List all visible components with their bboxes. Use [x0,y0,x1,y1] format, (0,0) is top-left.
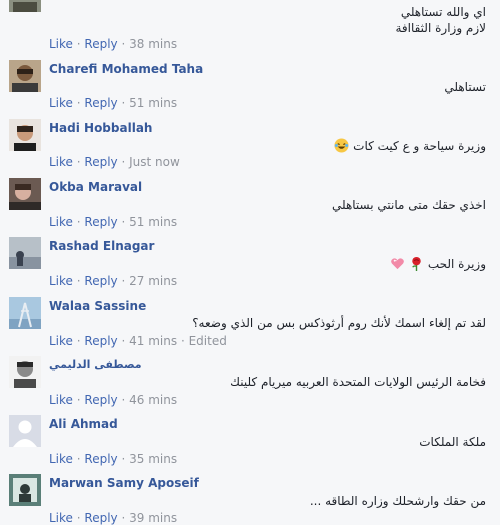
commenter-name[interactable]: Walaa Sassine [49,299,146,313]
reply-link[interactable]: Reply [84,155,117,169]
separator: · [76,215,81,229]
avatar[interactable] [9,0,41,12]
like-link[interactable]: Like [49,274,73,288]
comment-actions: Like · Reply · 41 mins · Edited [49,334,227,348]
timestamp-link[interactable]: 51 mins [129,215,177,229]
reply-link[interactable]: Reply [84,452,117,466]
comment-actions: Like · Reply · 27 mins [49,274,177,288]
like-link[interactable]: Like [49,155,73,169]
comment-text: وزيرة سياحة و ع كيت كات [334,138,486,153]
timestamp-link[interactable]: 35 mins [129,452,177,466]
commenter-name[interactable]: Ali Ahmad [49,417,118,431]
comment-text: ملكة الملكات [419,435,486,449]
comment-text: اي والله تستاهلي [400,5,486,19]
comment-actions: Like · Reply · 38 mins [49,37,177,51]
timestamp-link[interactable]: 41 mins [129,334,177,348]
comment-actions: Like · Reply · 35 mins [49,452,177,466]
like-link[interactable]: Like [49,393,73,407]
like-link[interactable]: Like [49,215,73,229]
like-link[interactable]: Like [49,511,73,525]
comment-actions: Like · Reply · 51 mins [49,215,177,229]
like-link[interactable]: Like [49,37,73,51]
timestamp-link[interactable]: Just now [129,155,180,169]
commenter-name[interactable]: مصطفى الدليمي [49,358,142,371]
timestamp-link[interactable]: 38 mins [129,37,177,51]
separator: · [121,452,126,466]
separator: · [76,452,81,466]
comment-text: وزيرة الحب [390,256,486,271]
avatar[interactable] [9,297,41,329]
comment-text: فخامة الرئيس الولايات المتحدة العربيه مي… [230,375,486,389]
separator: · [121,393,126,407]
separator: · [76,274,81,288]
comment-text: اخذي حقك متى مانتي بستاهلي [331,198,486,212]
separator: · [76,37,81,51]
avatar[interactable] [9,119,41,151]
reply-link[interactable]: Reply [84,511,117,525]
separator: · [76,511,81,525]
avatar[interactable] [9,356,41,388]
comment-actions: Like · Reply · 46 mins [49,393,177,407]
separator: · [121,215,126,229]
separator: · [180,334,185,348]
separator: · [76,334,81,348]
like-link[interactable]: Like [49,452,73,466]
comment-text-body: وزيرة سياحة و ع كيت كات [353,139,486,153]
edited-label[interactable]: Edited [189,334,227,348]
commenter-name[interactable]: Marwan Samy Aposeif [49,476,199,490]
comment-actions: Like · Reply · 51 mins [49,96,177,110]
heart-icon [390,256,405,271]
separator: · [76,393,81,407]
avatar[interactable] [9,474,41,506]
separator: · [121,511,126,525]
like-link[interactable]: Like [49,96,73,110]
comment-actions: Like · Reply · Just now [49,155,180,169]
comment-text: من حقك وارشحلك وزاره الطاقه ... [309,494,486,508]
rose-icon [409,256,424,271]
timestamp-link[interactable]: 39 mins [129,511,177,525]
like-link[interactable]: Like [49,334,73,348]
commenter-name[interactable]: Okba Maraval [49,180,142,194]
separator: · [121,334,126,348]
timestamp-link[interactable]: 51 mins [129,96,177,110]
timestamp-link[interactable]: 46 mins [129,393,177,407]
reply-link[interactable]: Reply [84,96,117,110]
reply-link[interactable]: Reply [84,37,117,51]
separator: · [121,37,126,51]
separator: · [121,155,126,169]
reply-link[interactable]: Reply [84,334,117,348]
reply-link[interactable]: Reply [84,215,117,229]
comment-text: تستاهلي [444,80,486,94]
separator: · [76,155,81,169]
avatar[interactable] [9,237,41,269]
commenter-name[interactable]: Rashad Elnagar [49,239,154,253]
reply-link[interactable]: Reply [84,274,117,288]
avatar[interactable] [9,60,41,92]
avatar[interactable] [9,415,41,447]
timestamp-link[interactable]: 27 mins [129,274,177,288]
separator: · [76,96,81,110]
comment-text: لقد تم إلغاء اسمك لأنك روم أرثوذكس بس من… [192,316,486,330]
commenter-name[interactable]: Charefi Mohamed Taha [49,62,203,76]
reply-link[interactable]: Reply [84,393,117,407]
commenter-name[interactable]: Hadi Hobballah [49,121,152,135]
avatar[interactable] [9,178,41,210]
comment-text-body: وزيرة الحب [427,257,486,271]
separator: · [121,96,126,110]
separator: · [121,274,126,288]
comment-actions: Like · Reply · 39 mins [49,511,177,525]
comment-text: لازم وزارة الثقاافة [395,21,486,35]
laughing-tears-icon [334,138,349,153]
